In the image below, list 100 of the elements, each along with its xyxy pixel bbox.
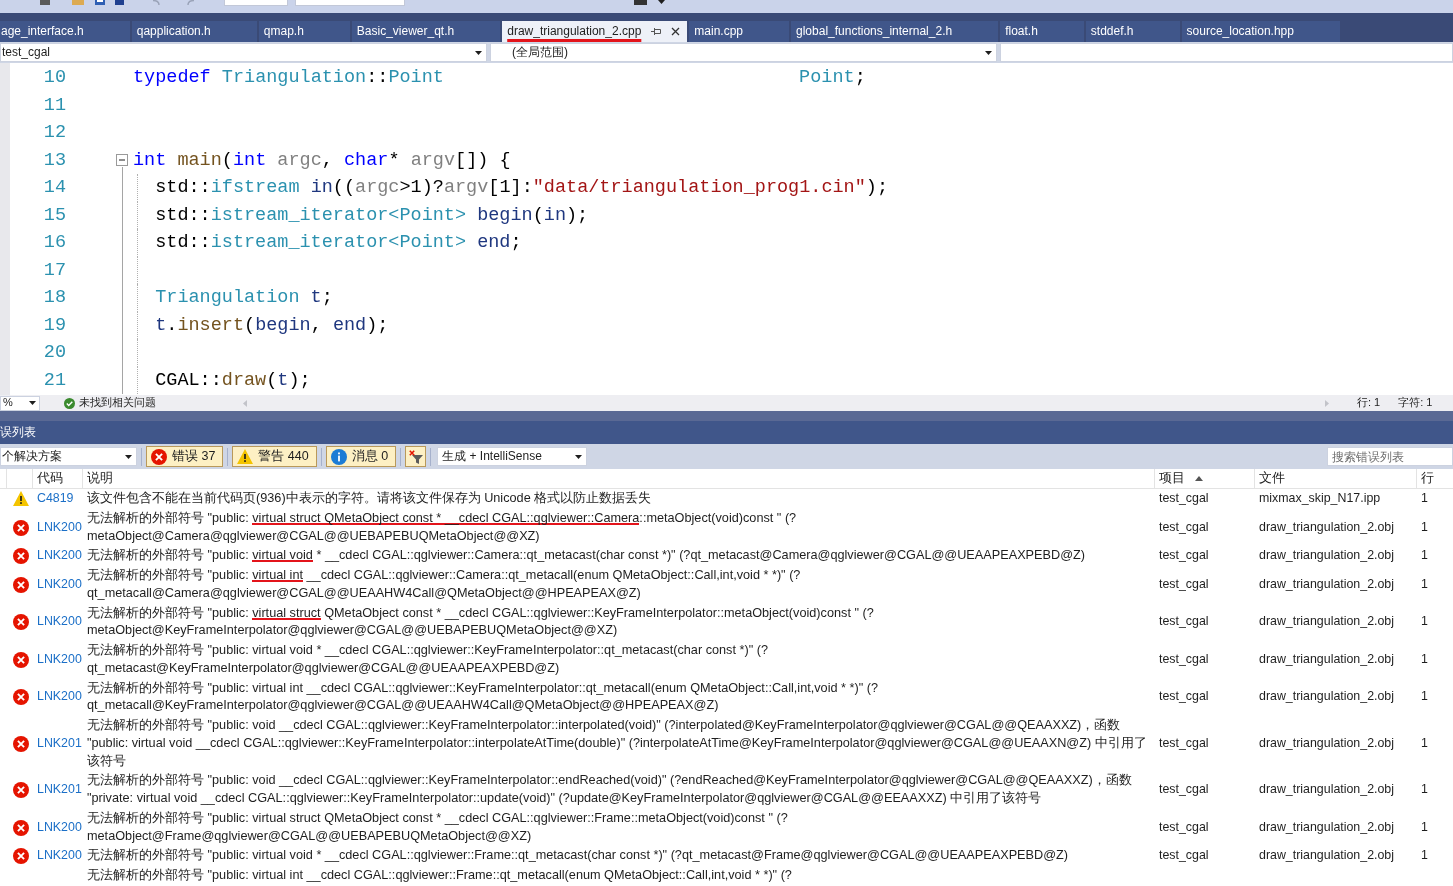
error-code-link[interactable]: LNK201 [37, 782, 82, 797]
folder-icon[interactable] [72, 0, 84, 5]
error-description: 无法解析的外部符号 "public: virtual int __cdecl CGAL::qglviewer::KeyFrameInterpolator::qt_metacall(enum QMetaObject::Call,int,void * *)" (?qt_metacall@KeyFrameInterpolator@qglviewer@CGAL@@UEAAHW4Call@QMetaObject@@HPEAPEAX@Z) [87, 679, 879, 715]
warnings-filter-button[interactable]: 警告 440 [232, 446, 317, 467]
sort-ascending-icon [1195, 476, 1203, 481]
error-code-link[interactable]: LNK200 [37, 576, 82, 591]
line-number: 18 [43, 287, 66, 308]
scroll-right-icon[interactable] [1325, 399, 1329, 407]
error-description: 无法解析的外部符号 "public: virtual int __cdecl CGAL::qglviewer::Camera::qt_metacall(enum QMetaObject::Call,int,void * *)" (?qt_metacall@Camera@qglviewer@CGAL@@UEAAHW4Call@QMetaObject@@HPEAPEAX@Z) [87, 567, 802, 602]
project-name: test_cgal [1159, 819, 1209, 834]
line-number: 13 [43, 149, 66, 171]
redo-icon[interactable] [187, 0, 195, 5]
file-name: draw_triangulation_2.obj [1259, 782, 1394, 797]
error-description: 无法解析的外部符号 "public: virtual struct QMetaObject const * __cdecl CGAL::qglviewer::Camera::metaObject(void)const " (?metaObject@Camera@qglviewer@CGAL@@UEBAPEBUQMetaObject@@XZ) [87, 509, 798, 545]
window-icon[interactable] [634, 0, 647, 5]
error-code-link[interactable]: LNK200 [37, 614, 82, 629]
document-tab[interactable]: qmap.h [258, 21, 350, 42]
file-name: draw_triangulation_2.obj [1259, 735, 1394, 750]
error-description: 无法解析的外部符号 "public: virtual struct QMetaObject const * __cdecl CGAL::qglviewer::Frame::metaObject(void)const " (?metaObject@Frame@qglviewer@CGAL@@UEBAPEBUQMetaObject@@XZ) [87, 809, 789, 845]
error-code-link[interactable]: LNK200 [37, 689, 82, 704]
error-line: 1 [1421, 782, 1428, 797]
warning-icon [237, 449, 254, 464]
scope-dropdown[interactable]: (全局范围) [490, 43, 997, 62]
issues-status: 未找到相关问题 [79, 396, 156, 410]
save-icon[interactable] [95, 0, 105, 5]
panel-title: 误列表 [0, 425, 36, 440]
document-tab[interactable]: qapplication.h [131, 21, 257, 42]
document-tab[interactable]: age_interface.h [0, 21, 130, 42]
line-number: 15 [43, 204, 66, 226]
project-name: test_cgal [1159, 848, 1209, 863]
error-description: 无法解析的外部符号 "public: void __cdecl CGAL::qglviewer::KeyFrameInterpolator::endReached(void)" (?endReached@KeyFrameInterpolator@qglviewer@CGAL@@QEAAXXZ)，函数 "private: virtual void __cdecl CGAL::qglviewer::KeyFrameInterpolator::update(void)" (?update@KeyFrameInterpolator@qglviewer@CGAL@@EEAAXXZ) 中引用了该符号 [87, 772, 1133, 807]
error-line: 1 [1421, 548, 1428, 563]
save-all-icon[interactable] [115, 0, 124, 5]
error-code-link[interactable]: LNK200 [37, 519, 82, 534]
errors-filter-button[interactable]: 错误 37 [146, 446, 224, 467]
file-name: draw_triangulation_2.obj [1259, 576, 1394, 591]
error-code-link[interactable]: LNK200 [37, 651, 82, 666]
error-icon [13, 519, 29, 536]
error-description: 无法解析的外部符号 "public: virtual struct QMetaObject const * __cdecl CGAL::qglviewer::KeyFrameInterpolator::metaObject(void)const " (?metaObject@KeyFrameInterpolator@qglviewer@CGAL@@UEBAPEBUQMetaObject@@XZ) [87, 604, 875, 640]
error-description: 无法解析的外部符号 "public: virtual int __cdecl CGAL::qglviewer::Frame::qt_metacall(enum QMetaObject::Call,int,void * *)" (? [87, 867, 792, 884]
file-name: draw_triangulation_2.obj [1259, 819, 1394, 834]
line-number: 20 [43, 342, 66, 363]
error-icon [13, 819, 29, 836]
document-tab[interactable]: global_functions_internal_2.h [791, 21, 999, 42]
document-tab[interactable]: float.h [1000, 21, 1084, 42]
error-code-link[interactable]: LNK200 [37, 548, 82, 563]
platform-field[interactable] [295, 0, 405, 6]
error-code-link[interactable]: LNK200 [37, 848, 82, 863]
document-tab[interactable]: draw_triangulation_2.cpp [502, 21, 688, 42]
code-line: t.insert(begin, end); [155, 314, 389, 336]
document-tab[interactable]: stddef.h [1085, 21, 1180, 42]
zoom-dropdown[interactable]: % [0, 395, 40, 411]
error-code-link[interactable]: LNK200 [37, 819, 82, 834]
line-number: 10 [43, 67, 66, 88]
file-name: draw_triangulation_2.obj [1259, 519, 1394, 534]
error-description: 无法解析的外部符号 "public: virtual void * __cdecl CGAL::qglviewer::KeyFrameInterpolator::qt_metacast(char const *)" (?qt_metacast@KeyFrameInterpolator@qglviewer@CGAL@@UEAAPEAXPEBD@Z) [87, 642, 769, 677]
project-name: test_cgal [1159, 651, 1209, 666]
column-header[interactable]: 项目 [1159, 471, 1203, 486]
project-name: test_cgal [1159, 519, 1209, 534]
search-field[interactable]: 搜索错误列表 [1327, 447, 1453, 466]
file-name: draw_triangulation_2.obj [1259, 548, 1394, 563]
code-line: std::istream_iterator<Point> begin(in); [155, 204, 589, 226]
configuration-field[interactable] [224, 0, 288, 6]
document-tab[interactable]: main.cpp [689, 21, 789, 42]
file-name: draw_triangulation_2.obj [1259, 651, 1394, 666]
error-description: 无法解析的外部符号 "public: virtual void * __cdecl CGAL::qglviewer::Camera::qt_metacast(char const *)" (?qt_metacast@Camera@qglviewer@CGAL@@UEAAPEAXPEBD@Z) [87, 547, 1085, 565]
line-number: 16 [43, 232, 66, 253]
project-name: test_cgal [1159, 735, 1209, 750]
caret-icon [475, 50, 482, 55]
column-header[interactable]: 代码 [37, 471, 63, 486]
error-description: 无法解析的外部符号 "public: void __cdecl CGAL::qglviewer::KeyFrameInterpolator::interpolated(void)" (?interpolated@KeyFrameInterpolator@qglviewer@CGAL@@QEAAXXZ)，函数 "public: virtual void __cdecl CGAL::qglviewer::KeyFrameInterpolator::interpolateAtTime(double)" (?interpolateAtTime@KeyFrameInterpolator@qglviewer@CGAL@@UEAAXN@Z) 中引用了该符号 [87, 717, 1148, 770]
column-header[interactable]: 说明 [87, 471, 113, 486]
error-line: 1 [1421, 735, 1428, 750]
error-icon [13, 576, 29, 593]
scroll-left-icon[interactable] [243, 399, 247, 407]
error-icon [13, 689, 29, 706]
error-description: 无法解析的外部符号 "public: virtual void * __cdecl CGAL::qglviewer::Frame::qt_metacast(char const *)" (?qt_metacast@Frame@qglviewer@CGAL@@UEAAPEAXPEBD@Z) [87, 847, 1069, 865]
document-icon[interactable] [40, 0, 50, 5]
messages-filter-button[interactable]: 消息 0 [325, 446, 397, 467]
scope-dropdown[interactable]: 个解决方案 [0, 447, 137, 466]
panel-splitter[interactable] [0, 411, 1453, 421]
column-header[interactable]: 文件 [1259, 471, 1285, 486]
error-code-link[interactable]: C4819 [37, 491, 74, 505]
build-source-dropdown[interactable]: 生成 + IntelliSense [437, 447, 588, 466]
column-header[interactable]: 行 [1421, 471, 1434, 486]
project-dropdown[interactable]: test_cgal [0, 43, 487, 62]
close-icon[interactable] [671, 27, 681, 36]
undo-icon[interactable] [152, 0, 160, 5]
code-line: Triangulation t; [155, 287, 333, 308]
error-code-link[interactable]: LNK201 [37, 735, 82, 750]
error-icon [13, 848, 29, 865]
document-tab[interactable]: source_location.hpp [1181, 21, 1340, 42]
warning-icon [13, 491, 29, 507]
file-name: mixmax_skip_N17.ipp [1259, 491, 1381, 505]
caret-icon [125, 454, 132, 459]
collapse-icon[interactable] [116, 154, 128, 167]
member-dropdown[interactable] [1000, 43, 1453, 62]
filter-toggle-button[interactable] [405, 446, 427, 467]
pin-icon[interactable] [651, 27, 662, 36]
document-tab[interactable]: Basic_viewer_qt.h [351, 21, 501, 42]
